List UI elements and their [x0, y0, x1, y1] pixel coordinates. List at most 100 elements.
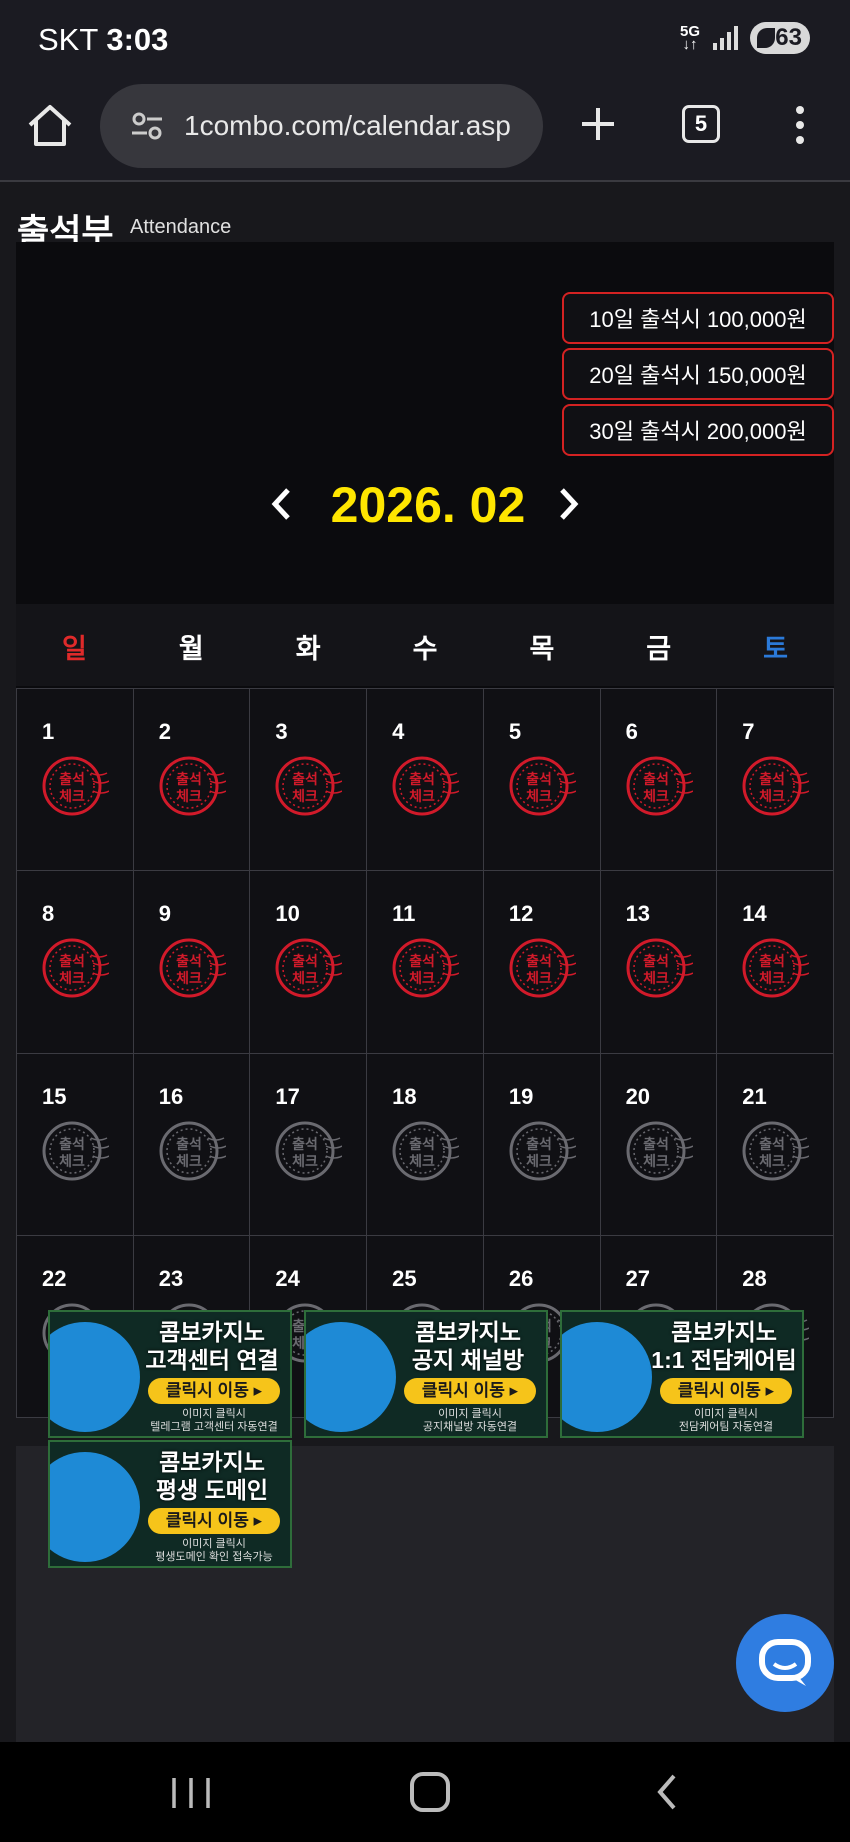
carrier-label: SKT — [38, 22, 98, 57]
home-icon[interactable] — [24, 100, 76, 152]
svg-text:체크: 체크 — [526, 971, 552, 987]
attendance-stamp-checked-icon: 출석체크 — [159, 938, 226, 998]
calendar-day-cell[interactable]: 18 출석 체크 — [367, 1053, 484, 1236]
attendance-stamp-checked-icon: 출석체크 — [742, 938, 810, 998]
attendance-stamp-checked-icon: 출석체크 — [275, 938, 343, 998]
attendance-stamp-checked-icon: 출석체크 — [509, 756, 576, 816]
banner-title: 콤보카지노 평생 도메인 — [155, 1449, 269, 1503]
tab-switcher-button[interactable]: 5 — [682, 105, 720, 143]
recent-apps-icon[interactable] — [168, 1776, 214, 1810]
day-number: 28 — [742, 1265, 767, 1291]
banner-title: 콤보카지노 공지 채널방 — [411, 1319, 525, 1373]
more-menu-icon[interactable] — [790, 104, 810, 146]
next-month-icon[interactable] — [554, 484, 584, 524]
calendar-day-cell[interactable]: 10 출석 체크 — [250, 871, 368, 1054]
banner-click-button[interactable]: 클릭시 이동 ▸ — [660, 1378, 792, 1404]
page-subtitle: Attendance — [130, 216, 232, 238]
new-tab-icon[interactable] — [578, 104, 618, 144]
banner-graphic-icon — [50, 1452, 140, 1562]
calendar-day-cell[interactable]: 11 출석 체크 — [367, 871, 484, 1054]
banner-click-button[interactable]: 클릭시 이동 ▸ — [148, 1378, 280, 1404]
calendar-day-cell[interactable]: 1 출석 체크 — [17, 689, 134, 872]
calendar-day-cell[interactable]: 6 출석 체크 — [600, 689, 718, 872]
svg-text:체크: 체크 — [643, 789, 669, 805]
calendar-day-cell[interactable]: 20 출석 체크 — [600, 1053, 718, 1236]
day-number: 25 — [392, 1265, 417, 1291]
chat-bubble-icon — [759, 1639, 811, 1686]
attendance-stamp-empty-icon: 출석체크 — [509, 1121, 576, 1180]
svg-text:출석: 출석 — [643, 771, 669, 788]
day-number: 2 — [158, 719, 171, 744]
banner-graphic-icon — [306, 1322, 396, 1432]
day-number: 26 — [508, 1265, 534, 1291]
svg-text:체크: 체크 — [59, 1154, 85, 1170]
system-nav-bar — [0, 1742, 850, 1842]
svg-text:출석: 출석 — [409, 771, 435, 788]
promo-banner[interactable]: 콤보카지노 1:1 전담케어팀 클릭시 이동 ▸ 이미지 클릭시 전담케어팀 자동연결 — [560, 1310, 804, 1438]
calendar-day-cell[interactable]: 9 출석 체크 — [133, 871, 251, 1054]
promo-banner[interactable]: 콤보카지노 고객센터 연결 클릭시 이동 ▸ 이미지 클릭시 텔레그램 고객센터 자동연… — [48, 1310, 292, 1438]
calendar-day-cell[interactable]: 14 출석 체크 — [717, 871, 834, 1054]
reward-20-days: 20일 출석시 150,000원 — [562, 348, 834, 400]
attendance-stamp-checked-icon: 출석체크 — [509, 938, 576, 998]
day-number: 19 — [508, 1083, 534, 1109]
calendar-day-cell[interactable]: 8 출석 체크 — [17, 871, 134, 1054]
attendance-stamp-checked-icon: 출석체크 — [42, 756, 109, 816]
promo-banner[interactable]: 콤보카지노 공지 채널방클릭시 이동 ▸ 이미지 클릭시 공지채널방 자동연결 — [304, 1310, 548, 1438]
svg-text:출석: 출석 — [526, 771, 552, 788]
promo-banner[interactable]: 콤보카지노 평생 도메인 클릭시 이동 ▸ 이미지 클릭시 평생도메인 확인 접속가능 — [48, 1440, 292, 1568]
calendar-day-cell[interactable]: 2 출석 체크 — [133, 689, 251, 872]
calendar-day-cell[interactable]: 17 출석 체크 — [250, 1053, 368, 1236]
calendar-day-cell[interactable]: 21 출석 체크 — [717, 1053, 834, 1236]
status-icons: 5G ↓↑ 63 — [680, 22, 810, 54]
month-navigation: 2026. 02 — [0, 476, 850, 536]
address-bar[interactable]: 1combo.com/calendar.asp — [100, 84, 543, 168]
attendance-stamp-checked-icon: 출석체크 — [392, 756, 460, 816]
svg-text:출석: 출석 — [759, 1136, 785, 1153]
network-5g-icon: 5G ↓↑ — [679, 23, 700, 53]
svg-text:출석: 출석 — [293, 771, 319, 788]
day-number: 15 — [42, 1083, 67, 1109]
svg-text:출석: 출석 — [759, 771, 785, 788]
banner-note: 이미지 클릭시 전담케어팀 자동연결 — [678, 1408, 774, 1433]
svg-text:출석: 출석 — [59, 1136, 85, 1153]
clock: 3:03 — [106, 22, 169, 57]
calendar-day-cell[interactable]: 16 출석 체크 — [133, 1053, 251, 1236]
svg-text:출석: 출석 — [59, 953, 85, 970]
svg-text:출석: 출석 — [409, 1136, 435, 1153]
svg-text:체크: 체크 — [59, 789, 85, 805]
attendance-stamp-empty-icon: 출석체크 — [742, 1121, 810, 1180]
banner-click-button[interactable]: 클릭시 이동 ▸ — [404, 1378, 536, 1404]
site-settings-icon[interactable] — [130, 112, 164, 140]
svg-text:출석: 출석 — [526, 1136, 552, 1153]
calendar-day-cell[interactable]: 7 출석 체크 — [717, 689, 834, 872]
calendar-grid: 1 출석 체크 2 출석 체크 3 출석 체크 4 출석 체크 5 출석 체크 6 출석 체크 7 출석 체크 8 출석 체크… — [16, 688, 834, 1418]
home-nav-icon[interactable] — [410, 1772, 450, 1812]
svg-text:출석: 출석 — [59, 771, 85, 788]
back-icon[interactable] — [652, 1772, 682, 1812]
attendance-stamp-empty-icon: 출석체크 — [42, 1121, 109, 1180]
page-content: 출석부 Attendance 10일 출석시 100,000원 20일 출석시 … — [0, 184, 850, 1742]
calendar-day-cell[interactable]: 19 출석 체크 — [483, 1053, 601, 1236]
svg-text:출석: 출석 — [176, 953, 202, 970]
prev-month-icon[interactable] — [266, 484, 296, 524]
calendar-day-cell[interactable]: 4 출석 체크 — [367, 689, 484, 872]
calendar-day-cell[interactable]: 3 출석 체크 — [250, 689, 368, 872]
weekday-tue: 화 — [295, 634, 321, 664]
banner-note: 이미지 클릭시 텔레그램 고객센터 자동연결 — [150, 1408, 278, 1433]
calendar-day-cell[interactable]: 5 출석 체크 — [483, 689, 601, 872]
banner-note: 이미지 클릭시 공지채널방 자동연결 — [422, 1408, 518, 1433]
calendar-day-cell[interactable]: 12 출석 체크 — [483, 871, 601, 1054]
svg-text:출석: 출석 — [409, 953, 435, 970]
svg-text:체크: 체크 — [409, 789, 435, 805]
calendar-day-cell[interactable]: 13 출석 체크 — [600, 871, 718, 1054]
attendance-stamp-checked-icon: 출석체크 — [42, 938, 109, 998]
chat-button[interactable] — [736, 1614, 834, 1712]
svg-text:체크: 체크 — [759, 789, 785, 805]
day-number: 21 — [742, 1083, 767, 1109]
banner-click-button[interactable]: 클릭시 이동 ▸ — [148, 1508, 280, 1534]
weekday-sun: 일 — [62, 634, 87, 664]
battery-level: 63 — [775, 24, 802, 51]
calendar-day-cell[interactable]: 15 출석 체크 — [17, 1053, 134, 1236]
day-number: 10 — [275, 901, 300, 927]
